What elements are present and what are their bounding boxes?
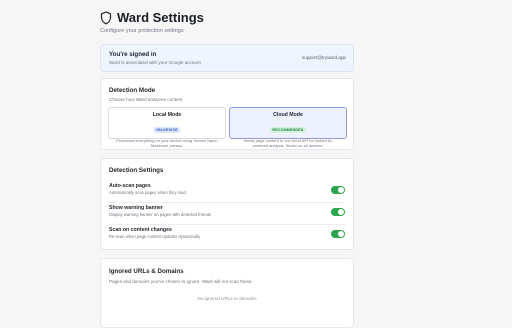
toggle-knob [338, 209, 344, 215]
local-mode-label: Local Mode [152, 112, 182, 118]
setting-label: Auto-scan pages [109, 183, 151, 189]
local-mode-option[interactable]: Local Mode ON-DEVICE Processes everythin… [108, 107, 226, 148]
setting-label: Scan on content changes [109, 227, 172, 233]
content-changes-toggle[interactable] [331, 230, 345, 238]
setting-description: Display warning banner on pages with det… [109, 212, 211, 217]
on-device-badge: ON-DEVICE [153, 127, 181, 133]
setting-description: Automatically scan pages when they load [109, 190, 186, 195]
setting-row-auto-scan: Auto-scan pages Automatically scan pages… [109, 183, 345, 201]
signed-in-card: You're signed in Ward is associated with… [100, 44, 354, 72]
setting-row-warning-banner: Show warning banner Display warning bann… [109, 205, 345, 223]
shield-icon [100, 10, 112, 25]
signed-in-heading: You're signed in [109, 51, 157, 58]
page-header: Ward Settings Configure your protection … [100, 10, 204, 34]
detection-mode-description: Choose how Ward analyzes content [109, 97, 183, 102]
page-title: Ward Settings [117, 10, 204, 25]
detection-settings-card: Detection Settings Auto-scan pages Autom… [100, 158, 354, 250]
divider [109, 202, 345, 203]
title-row: Ward Settings [100, 10, 204, 25]
recommended-badge: RECOMMENDED [269, 127, 307, 133]
warning-banner-toggle[interactable] [331, 208, 345, 216]
cloud-mode-description: Sends page content to our cloud API for … [243, 138, 333, 148]
ignored-urls-card: Ignored URLs & Domains Pages and domains… [100, 258, 354, 328]
divider [109, 224, 345, 225]
setting-row-content-changes: Scan on content changes Re-scan when pag… [109, 227, 345, 245]
local-mode-description: Processes everything on your device usin… [116, 138, 218, 148]
auto-scan-toggle[interactable] [331, 186, 345, 194]
page-subtitle: Configure your protection settings [100, 28, 184, 34]
setting-label: Show warning banner [109, 205, 163, 211]
ignored-description: Pages and domains you've chosen to ignor… [109, 279, 253, 284]
settings-page: Ward Settings Configure your protection … [0, 0, 512, 328]
ignored-title: Ignored URLs & Domains [109, 268, 184, 275]
detection-mode-title: Detection Mode [109, 87, 156, 94]
toggle-knob [338, 231, 344, 237]
cloud-mode-option[interactable]: Cloud Mode RECOMMENDED Sends page conten… [229, 107, 347, 148]
toggle-knob [338, 187, 344, 193]
detection-settings-title: Detection Settings [109, 167, 164, 174]
account-email: support@tryward.app [302, 55, 346, 60]
ignored-empty-state: No ignored URLs or domains [197, 296, 257, 301]
cloud-mode-label: Cloud Mode [273, 112, 303, 118]
detection-mode-card: Detection Mode Choose how Ward analyzes … [100, 78, 354, 150]
signed-in-description: Ward is associated with your Google acco… [109, 60, 201, 65]
setting-description: Re-scan when page content updates dynami… [109, 234, 201, 239]
